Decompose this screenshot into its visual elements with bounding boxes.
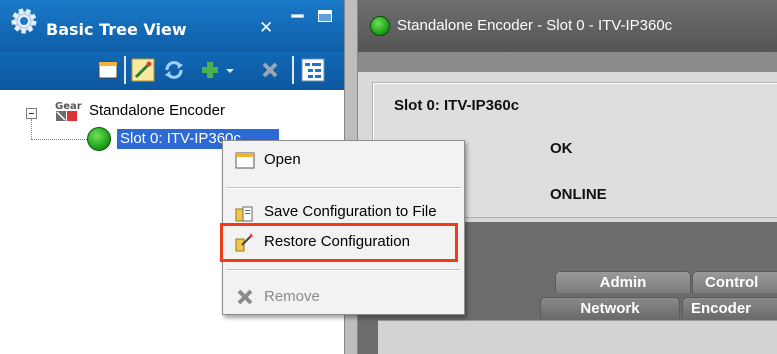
toolbar-separator <box>124 56 126 84</box>
tab-admin[interactable]: Admin <box>555 271 691 293</box>
gear-icon: Gear <box>55 101 82 121</box>
tree-connector <box>31 139 87 140</box>
tree-node-standalone-encoder[interactable]: Standalone Encoder <box>89 102 225 119</box>
new-window-icon[interactable] <box>96 57 120 83</box>
maximize-icon[interactable] <box>318 10 332 22</box>
svg-text:Gear: Gear <box>55 101 82 112</box>
menu-separator <box>226 187 461 189</box>
menu-item-save-configuration[interactable]: Save Configuration to File <box>224 199 463 225</box>
menu-item-open[interactable]: Open <box>224 147 463 173</box>
window-icon <box>235 152 255 169</box>
remove-x-icon <box>237 289 253 305</box>
tab-network[interactable]: Network <box>540 297 680 319</box>
save-config-icon <box>235 206 253 222</box>
panel-title-bar: Basic Tree View ✕ <box>0 0 344 52</box>
panel-title: Basic Tree View <box>46 20 187 39</box>
restore-config-icon <box>235 233 253 252</box>
delete-icon[interactable] <box>258 57 282 83</box>
dropdown-arrow-icon[interactable] <box>224 57 236 83</box>
gear-cog-icon <box>11 8 37 34</box>
menu-item-label: Restore Configuration <box>264 233 410 250</box>
menu-item-remove: Remove <box>224 284 463 310</box>
connection-value: ONLINE <box>550 186 607 203</box>
device-title: Standalone Encoder - Slot 0 - ITV-IP360c <box>397 17 673 34</box>
tab-content <box>378 320 777 354</box>
tree-connector <box>31 119 32 139</box>
tab-encoder[interactable]: Encoder <box>682 297 777 319</box>
menu-item-restore-configuration[interactable]: Restore Configuration <box>224 229 463 255</box>
add-icon[interactable] <box>198 57 222 83</box>
refresh-icon[interactable] <box>162 57 186 83</box>
status-ok-icon <box>87 127 111 151</box>
tree-layout-icon[interactable] <box>299 57 327 83</box>
tab-control[interactable]: Control <box>692 271 777 293</box>
collapse-toggle-icon[interactable] <box>26 108 37 119</box>
status-value: OK <box>550 140 573 157</box>
menu-item-label: Open <box>264 151 301 168</box>
tree-toolbar <box>0 52 344 90</box>
slot-heading: Slot 0: ITV-IP360c <box>394 97 520 114</box>
status-ok-icon <box>370 16 390 36</box>
edit-wand-icon[interactable] <box>130 57 156 83</box>
menu-item-label: Save Configuration to File <box>264 203 437 220</box>
minimize-icon[interactable] <box>291 14 304 18</box>
menu-separator <box>226 269 461 271</box>
toolbar-separator <box>292 56 294 84</box>
close-icon[interactable]: ✕ <box>259 18 273 38</box>
menu-item-label: Remove <box>264 288 320 305</box>
context-menu: Open Save Configuration to File Restore … <box>222 140 465 315</box>
device-subbar <box>358 52 777 72</box>
